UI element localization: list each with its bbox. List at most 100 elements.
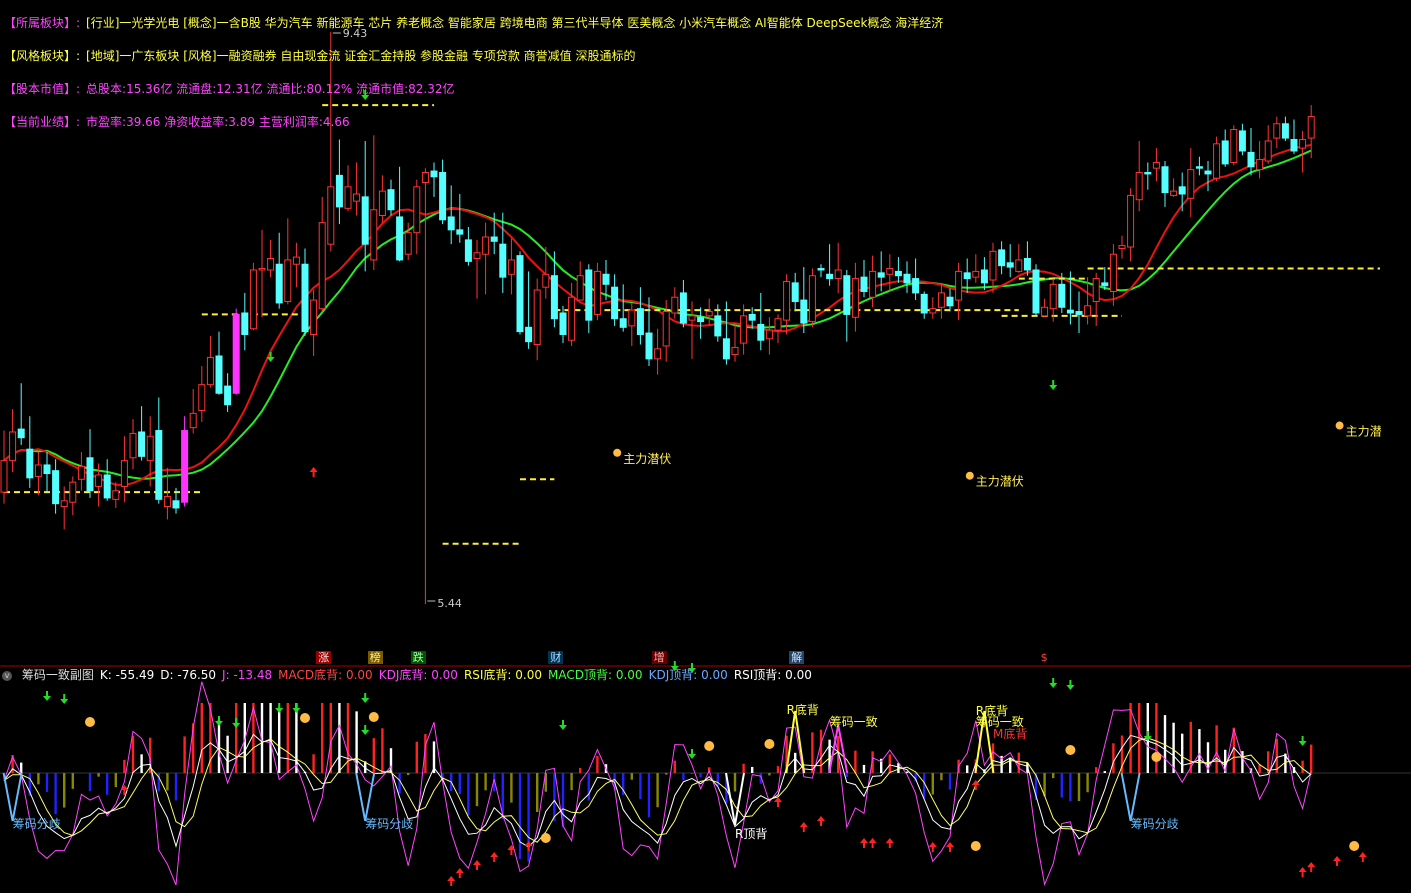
candle-body [1049, 283, 1057, 310]
candle-body [533, 289, 541, 346]
candle-body [1032, 269, 1040, 314]
candle-body [473, 252, 481, 260]
hand-pointer-icon [300, 713, 310, 723]
annotation-label: 主力潜伏 [623, 452, 671, 466]
candle-body [869, 270, 877, 298]
candle-body [77, 465, 85, 480]
candle-body [301, 263, 309, 333]
indicator-label: 筹码一致 [830, 715, 878, 729]
hand-pointer-icon [540, 833, 551, 843]
indicator-label: 筹码分歧 [1131, 817, 1179, 831]
candle-body [60, 500, 68, 508]
candle-body [955, 270, 963, 301]
candle-body [877, 272, 885, 278]
candle-body [576, 275, 584, 301]
candle-body [1273, 123, 1281, 139]
candle-body [499, 243, 507, 278]
info-row-label: 【风格板块】: [4, 49, 81, 63]
candle-body [181, 430, 189, 503]
candle-body [456, 229, 464, 235]
candle-body [103, 474, 111, 499]
indicator-label: 筹码分歧 [365, 817, 413, 831]
candle-body [1299, 139, 1307, 149]
candle-body [894, 270, 902, 277]
candle-body [722, 338, 730, 360]
candle-body [611, 286, 619, 320]
info-row-text: [行业]一光学光电 [概念]一含B股 华为汽车 新能源车 芯片 养老概念 智能家… [86, 16, 944, 30]
candle-body [619, 318, 627, 328]
circle-chevron-icon[interactable]: v [2, 670, 12, 681]
indicator-value: J: -13.48 [222, 668, 273, 682]
candle-body [808, 275, 816, 323]
indicator-value: KDJ顶背: 0.00 [648, 668, 728, 682]
event-marker[interactable]: 跌 [410, 651, 426, 664]
candle-body [662, 311, 670, 347]
event-marker[interactable]: 解 [789, 651, 805, 664]
candle-body [370, 209, 378, 261]
candle-body [0, 460, 8, 493]
hand-pointer-icon [85, 717, 95, 727]
hand-pointer-icon [1151, 752, 1162, 762]
candle-body [215, 355, 223, 394]
candle-body [86, 457, 94, 492]
candle-body [1144, 171, 1152, 175]
candle-body [387, 189, 395, 211]
candle-body [1075, 311, 1083, 315]
candle-body [430, 170, 438, 178]
candle-body [284, 259, 292, 303]
indicator-label: 筹码分歧 [13, 817, 61, 831]
event-marker[interactable]: 涨 [316, 651, 332, 664]
candle-body [920, 293, 928, 314]
candle-body [258, 268, 266, 271]
candle-body [344, 186, 352, 209]
candle-body [550, 275, 558, 320]
candle-body [602, 273, 610, 285]
candle-body [645, 332, 653, 360]
candle-body [464, 239, 472, 262]
candle-body [1041, 306, 1049, 317]
candle-body [413, 186, 421, 234]
hand-pointer-icon [764, 739, 775, 749]
low-price-label: 5.44 [437, 597, 462, 610]
candle-body [275, 263, 283, 304]
event-marker[interactable]: 榜 [367, 651, 383, 664]
candle-body [1118, 245, 1126, 249]
candle-body [439, 171, 447, 221]
candle-body [1135, 171, 1143, 201]
candle-body [834, 269, 842, 280]
info-row-text: 总股本:15.36亿 流通盘:12.31亿 流通比:80.12% 流通市值:82… [86, 82, 455, 96]
candle-body [697, 316, 705, 323]
hand-pointer-icon [1349, 841, 1360, 851]
candle-body [929, 308, 937, 314]
candle-body [585, 269, 593, 321]
candle-body [1256, 159, 1264, 171]
candle-body [886, 268, 894, 275]
indicator-value: 筹码一致副图 [21, 668, 94, 682]
candle-body [378, 190, 386, 216]
candle-body [1023, 258, 1031, 271]
candle-body [705, 311, 713, 317]
info-row-text: 市盈率:39.66 净资收益率:3.89 主营利润率:4.66 [86, 115, 350, 129]
candle-body [1161, 166, 1169, 194]
candle-body [714, 315, 722, 337]
hand-pointer-icon [1335, 421, 1344, 430]
event-marker[interactable]: $ [1038, 651, 1050, 664]
candle-body [1058, 283, 1066, 308]
candle-body [1307, 116, 1315, 139]
candle-body [817, 268, 825, 271]
info-row: 【股本市值】: 总股本:15.36亿 流通盘:12.31亿 流通比:80.12% … [4, 80, 454, 97]
hand-pointer-icon [970, 841, 981, 851]
candle-body [800, 299, 808, 324]
event-marker[interactable]: 增 [651, 651, 667, 664]
candle-body [731, 346, 739, 356]
indicator-label: R底背 [787, 702, 819, 717]
event-marker[interactable]: 财 [548, 651, 564, 664]
candle-body [34, 464, 42, 477]
candle-body [490, 236, 498, 242]
candle-body [1178, 186, 1186, 195]
candle-body [1204, 170, 1212, 175]
candle-body [482, 236, 490, 255]
candle-body [757, 323, 765, 341]
info-row-label: 【所属板块】: [4, 16, 81, 30]
candle-body [52, 470, 60, 505]
